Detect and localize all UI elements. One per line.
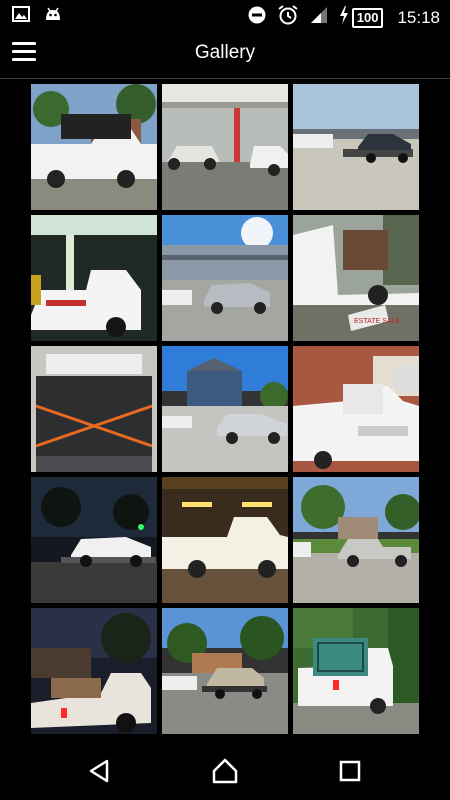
app-bar: Gallery xyxy=(0,32,450,79)
navigation-bar xyxy=(0,742,450,800)
status-bar: 100 15:18 xyxy=(0,0,450,32)
photo-thumbnail[interactable] xyxy=(31,84,157,210)
page-title: Gallery xyxy=(194,42,256,63)
back-triangle-icon[interactable] xyxy=(85,756,115,786)
photo-thumbnail[interactable] xyxy=(293,608,419,734)
photo-thumbnail[interactable]: ESTATE SALE xyxy=(293,215,419,341)
photo-thumbnail[interactable] xyxy=(31,608,157,734)
photo-thumbnail[interactable] xyxy=(293,84,419,210)
photo-thumbnail[interactable] xyxy=(293,477,419,603)
image-notification-icon xyxy=(12,6,30,27)
photo-thumbnail[interactable] xyxy=(162,215,288,341)
photo-thumbnail[interactable] xyxy=(31,215,157,341)
home-icon[interactable] xyxy=(210,756,240,786)
svg-text:ESTATE SALE: ESTATE SALE xyxy=(354,318,400,325)
battery-level: 100 xyxy=(351,7,384,28)
battery-charging-icon xyxy=(339,6,349,29)
status-clock: 15:18 xyxy=(397,7,440,27)
photo-thumbnail[interactable] xyxy=(162,608,288,734)
battery-indicator: 100 xyxy=(339,6,384,29)
photo-thumbnail[interactable] xyxy=(162,477,288,603)
signal-icon xyxy=(309,5,329,30)
recents-square-icon[interactable] xyxy=(335,756,365,786)
photo-thumbnail[interactable] xyxy=(293,346,419,472)
photo-thumbnail[interactable] xyxy=(162,346,288,472)
photo-thumbnail[interactable] xyxy=(162,84,288,210)
alarm-icon xyxy=(277,4,299,31)
android-bot-icon xyxy=(44,6,62,27)
photo-grid: ESTATE SALE xyxy=(31,84,419,734)
do-not-disturb-icon xyxy=(247,5,267,30)
photo-thumbnail[interactable] xyxy=(31,477,157,603)
photo-thumbnail[interactable] xyxy=(31,346,157,472)
